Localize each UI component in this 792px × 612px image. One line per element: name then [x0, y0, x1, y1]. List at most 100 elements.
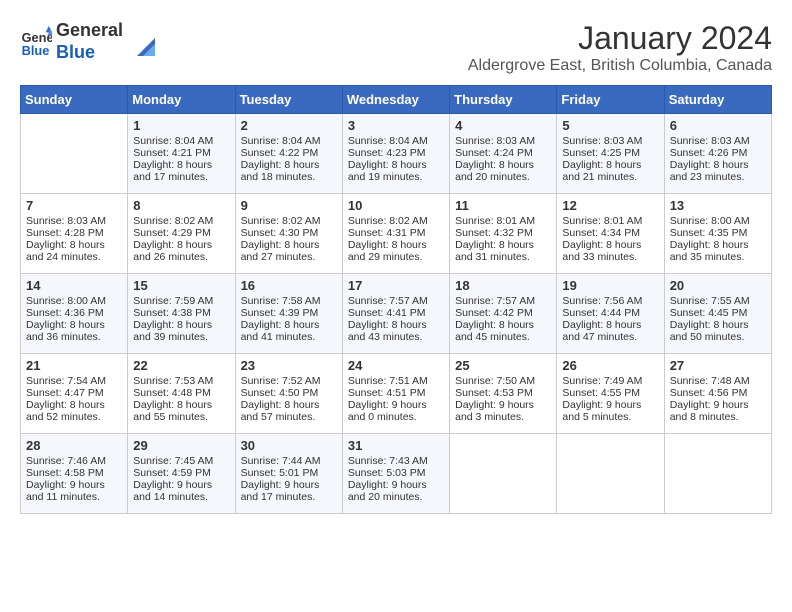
sunrise-text: Sunrise: 7:59 AM: [133, 295, 229, 307]
sunset-text: Sunset: 4:21 PM: [133, 147, 229, 159]
daylight-text: Daylight: 9 hours and 5 minutes.: [562, 399, 658, 423]
sunset-text: Sunset: 4:32 PM: [455, 227, 551, 239]
calendar-week-row: 28Sunrise: 7:46 AMSunset: 4:58 PMDayligh…: [21, 434, 772, 514]
title-section: January 2024 Aldergrove East, British Co…: [468, 20, 772, 75]
sunrise-text: Sunrise: 7:57 AM: [455, 295, 551, 307]
sunset-text: Sunset: 4:25 PM: [562, 147, 658, 159]
day-number: 15: [133, 278, 229, 293]
page-header: General Blue General Blue January 2024 A…: [20, 20, 772, 75]
calendar-cell: 23Sunrise: 7:52 AMSunset: 4:50 PMDayligh…: [235, 354, 342, 434]
day-header-tuesday: Tuesday: [235, 86, 342, 114]
sunrise-text: Sunrise: 7:49 AM: [562, 375, 658, 387]
daylight-text: Daylight: 9 hours and 8 minutes.: [670, 399, 766, 423]
day-header-sunday: Sunday: [21, 86, 128, 114]
daylight-text: Daylight: 8 hours and 19 minutes.: [348, 159, 444, 183]
sunset-text: Sunset: 5:03 PM: [348, 467, 444, 479]
sunset-text: Sunset: 4:35 PM: [670, 227, 766, 239]
sunrise-text: Sunrise: 8:02 AM: [348, 215, 444, 227]
calendar-cell: 22Sunrise: 7:53 AMSunset: 4:48 PMDayligh…: [128, 354, 235, 434]
sunrise-text: Sunrise: 8:01 AM: [562, 215, 658, 227]
day-header-thursday: Thursday: [450, 86, 557, 114]
sunrise-text: Sunrise: 7:52 AM: [241, 375, 337, 387]
day-number: 2: [241, 118, 337, 133]
daylight-text: Daylight: 8 hours and 45 minutes.: [455, 319, 551, 343]
daylight-text: Daylight: 8 hours and 35 minutes.: [670, 239, 766, 263]
sunrise-text: Sunrise: 8:01 AM: [455, 215, 551, 227]
day-header-saturday: Saturday: [664, 86, 771, 114]
day-number: 30: [241, 438, 337, 453]
calendar-cell: 14Sunrise: 8:00 AMSunset: 4:36 PMDayligh…: [21, 274, 128, 354]
day-number: 12: [562, 198, 658, 213]
sunset-text: Sunset: 4:47 PM: [26, 387, 122, 399]
day-number: 19: [562, 278, 658, 293]
sunrise-text: Sunrise: 8:03 AM: [26, 215, 122, 227]
sunset-text: Sunset: 4:56 PM: [670, 387, 766, 399]
sunrise-text: Sunrise: 7:56 AM: [562, 295, 658, 307]
day-number: 29: [133, 438, 229, 453]
sunrise-text: Sunrise: 8:03 AM: [455, 135, 551, 147]
sunset-text: Sunset: 4:30 PM: [241, 227, 337, 239]
calendar-cell: [21, 114, 128, 194]
sunset-text: Sunset: 4:24 PM: [455, 147, 551, 159]
logo-blue: Blue: [56, 42, 123, 64]
calendar-cell: 25Sunrise: 7:50 AMSunset: 4:53 PMDayligh…: [450, 354, 557, 434]
daylight-text: Daylight: 8 hours and 52 minutes.: [26, 399, 122, 423]
daylight-text: Daylight: 9 hours and 0 minutes.: [348, 399, 444, 423]
calendar-cell: 8Sunrise: 8:02 AMSunset: 4:29 PMDaylight…: [128, 194, 235, 274]
day-number: 24: [348, 358, 444, 373]
sunset-text: Sunset: 4:55 PM: [562, 387, 658, 399]
calendar-cell: 13Sunrise: 8:00 AMSunset: 4:35 PMDayligh…: [664, 194, 771, 274]
day-number: 7: [26, 198, 122, 213]
daylight-text: Daylight: 8 hours and 18 minutes.: [241, 159, 337, 183]
day-number: 14: [26, 278, 122, 293]
calendar-cell: 21Sunrise: 7:54 AMSunset: 4:47 PMDayligh…: [21, 354, 128, 434]
sunset-text: Sunset: 4:53 PM: [455, 387, 551, 399]
calendar-cell: 30Sunrise: 7:44 AMSunset: 5:01 PMDayligh…: [235, 434, 342, 514]
daylight-text: Daylight: 9 hours and 20 minutes.: [348, 479, 444, 503]
sunset-text: Sunset: 4:34 PM: [562, 227, 658, 239]
calendar-cell: 6Sunrise: 8:03 AMSunset: 4:26 PMDaylight…: [664, 114, 771, 194]
day-number: 31: [348, 438, 444, 453]
daylight-text: Daylight: 8 hours and 21 minutes.: [562, 159, 658, 183]
day-header-friday: Friday: [557, 86, 664, 114]
sunrise-text: Sunrise: 7:43 AM: [348, 455, 444, 467]
sunrise-text: Sunrise: 8:04 AM: [241, 135, 337, 147]
calendar-cell: 11Sunrise: 8:01 AMSunset: 4:32 PMDayligh…: [450, 194, 557, 274]
sunrise-text: Sunrise: 7:58 AM: [241, 295, 337, 307]
day-number: 8: [133, 198, 229, 213]
day-header-monday: Monday: [128, 86, 235, 114]
sunrise-text: Sunrise: 7:54 AM: [26, 375, 122, 387]
daylight-text: Daylight: 8 hours and 39 minutes.: [133, 319, 229, 343]
sunrise-text: Sunrise: 8:04 AM: [348, 135, 444, 147]
sunrise-text: Sunrise: 8:03 AM: [562, 135, 658, 147]
sunset-text: Sunset: 4:41 PM: [348, 307, 444, 319]
month-title: January 2024: [468, 20, 772, 57]
day-number: 23: [241, 358, 337, 373]
day-number: 22: [133, 358, 229, 373]
calendar-week-row: 7Sunrise: 8:03 AMSunset: 4:28 PMDaylight…: [21, 194, 772, 274]
sunrise-text: Sunrise: 7:45 AM: [133, 455, 229, 467]
calendar-cell: 9Sunrise: 8:02 AMSunset: 4:30 PMDaylight…: [235, 194, 342, 274]
daylight-text: Daylight: 8 hours and 55 minutes.: [133, 399, 229, 423]
calendar-cell: 20Sunrise: 7:55 AMSunset: 4:45 PMDayligh…: [664, 274, 771, 354]
sunset-text: Sunset: 4:44 PM: [562, 307, 658, 319]
calendar-cell: 28Sunrise: 7:46 AMSunset: 4:58 PMDayligh…: [21, 434, 128, 514]
sunrise-text: Sunrise: 7:53 AM: [133, 375, 229, 387]
daylight-text: Daylight: 9 hours and 14 minutes.: [133, 479, 229, 503]
daylight-text: Daylight: 8 hours and 33 minutes.: [562, 239, 658, 263]
day-number: 5: [562, 118, 658, 133]
sunrise-text: Sunrise: 7:46 AM: [26, 455, 122, 467]
svg-text:Blue: Blue: [22, 42, 50, 57]
calendar-cell: 24Sunrise: 7:51 AMSunset: 4:51 PMDayligh…: [342, 354, 449, 434]
day-number: 20: [670, 278, 766, 293]
calendar-cell: 4Sunrise: 8:03 AMSunset: 4:24 PMDaylight…: [450, 114, 557, 194]
sunset-text: Sunset: 4:39 PM: [241, 307, 337, 319]
logo-icon: General Blue: [20, 26, 52, 58]
calendar-cell: 29Sunrise: 7:45 AMSunset: 4:59 PMDayligh…: [128, 434, 235, 514]
daylight-text: Daylight: 8 hours and 57 minutes.: [241, 399, 337, 423]
calendar-cell: [557, 434, 664, 514]
daylight-text: Daylight: 8 hours and 27 minutes.: [241, 239, 337, 263]
sunrise-text: Sunrise: 7:51 AM: [348, 375, 444, 387]
calendar-cell: 26Sunrise: 7:49 AMSunset: 4:55 PMDayligh…: [557, 354, 664, 434]
calendar-table: SundayMondayTuesdayWednesdayThursdayFrid…: [20, 85, 772, 514]
